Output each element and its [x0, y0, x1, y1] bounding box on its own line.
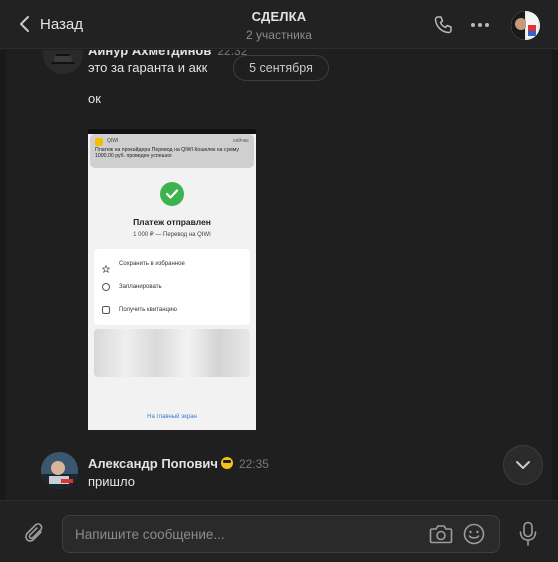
- avatar-image-icon: [43, 50, 83, 74]
- message-text: ок: [88, 91, 101, 106]
- star-icon: [101, 260, 111, 274]
- phone-icon: [434, 16, 452, 34]
- more-button[interactable]: [469, 14, 491, 36]
- notification-time: сейчас: [233, 138, 249, 144]
- camera-button[interactable]: [429, 523, 453, 545]
- message-list[interactable]: Айнур Ахметдинов 22:32 это за гаранта и а…: [6, 50, 552, 500]
- receipt-icon: [102, 306, 110, 314]
- sender-name[interactable]: Айнур Ахметдинов 22:32: [88, 50, 247, 58]
- smile-icon: [463, 523, 485, 545]
- back-button[interactable]: Назад: [18, 13, 83, 35]
- action-label: Сохранить в избранное: [119, 261, 185, 267]
- clock-icon: [102, 283, 110, 291]
- sender-avatar[interactable]: [41, 452, 78, 489]
- chevron-down-icon: [516, 461, 530, 469]
- sender-name-text: Александр Попович: [88, 456, 218, 471]
- check-success-icon: [160, 182, 184, 206]
- scroll-down-button[interactable]: [503, 445, 543, 485]
- message-input[interactable]: [75, 516, 415, 552]
- sender-name-text: Айнур Ахметдинов: [88, 50, 212, 58]
- action-label: Запланировать: [119, 284, 162, 290]
- sunglasses-emoji-icon: [220, 457, 233, 469]
- chevron-left-icon: [20, 16, 29, 32]
- attachment-notification: QIWI сейчас Платеж на прокайдера Перевод…: [90, 134, 254, 168]
- avatar-image-icon: [41, 452, 78, 489]
- notification-app: QIWI: [107, 138, 119, 144]
- sender-name[interactable]: Александр Попович 22:35: [88, 456, 269, 471]
- attach-button[interactable]: [24, 521, 46, 545]
- message-text: пришло: [88, 474, 135, 489]
- payment-title: Платеж отправлен: [133, 217, 211, 227]
- payment-subtitle: 1 000 ₽ — Перевод на QIWI: [133, 232, 211, 238]
- back-label: Назад: [40, 15, 83, 33]
- qiwi-app-icon: [95, 138, 103, 146]
- message-text: это за гаранта и акк: [88, 60, 208, 75]
- date-separator: 5 сентября: [233, 55, 329, 81]
- notification-text: Платеж на прокайдера Перевод на QIWI Кош…: [95, 147, 239, 160]
- avatar-image-icon: [511, 11, 540, 40]
- message-composer: [0, 500, 558, 562]
- more-dots-icon: [471, 23, 489, 27]
- action-label: Получить квитанцию: [119, 307, 177, 313]
- sender-avatar[interactable]: [43, 50, 83, 74]
- voice-message-button[interactable]: [518, 521, 538, 547]
- payment-actions: Сохранить в избранное Запланировать Полу…: [94, 249, 250, 325]
- paperclip-icon: [25, 523, 43, 542]
- photo-attachment[interactable]: QIWI сейчас Платеж на прокайдера Перевод…: [88, 129, 256, 430]
- blurred-region: [94, 329, 250, 377]
- action-favorite: Сохранить в избранное: [94, 253, 250, 275]
- camera-icon: [429, 525, 453, 544]
- chat-avatar[interactable]: [511, 11, 540, 40]
- emoji-button[interactable]: [462, 522, 486, 546]
- call-button[interactable]: [432, 14, 454, 36]
- action-receipt: Получить квитанцию: [94, 299, 250, 321]
- microphone-icon: [519, 521, 537, 546]
- message-input-box: [62, 515, 500, 553]
- right-margin: [552, 50, 558, 500]
- home-link: На главный экран: [147, 414, 197, 420]
- action-schedule: Запланировать: [94, 276, 250, 298]
- chat-header: Назад СДЕЛКА 2 участника: [0, 0, 558, 49]
- message-time: 22:35: [238, 457, 269, 471]
